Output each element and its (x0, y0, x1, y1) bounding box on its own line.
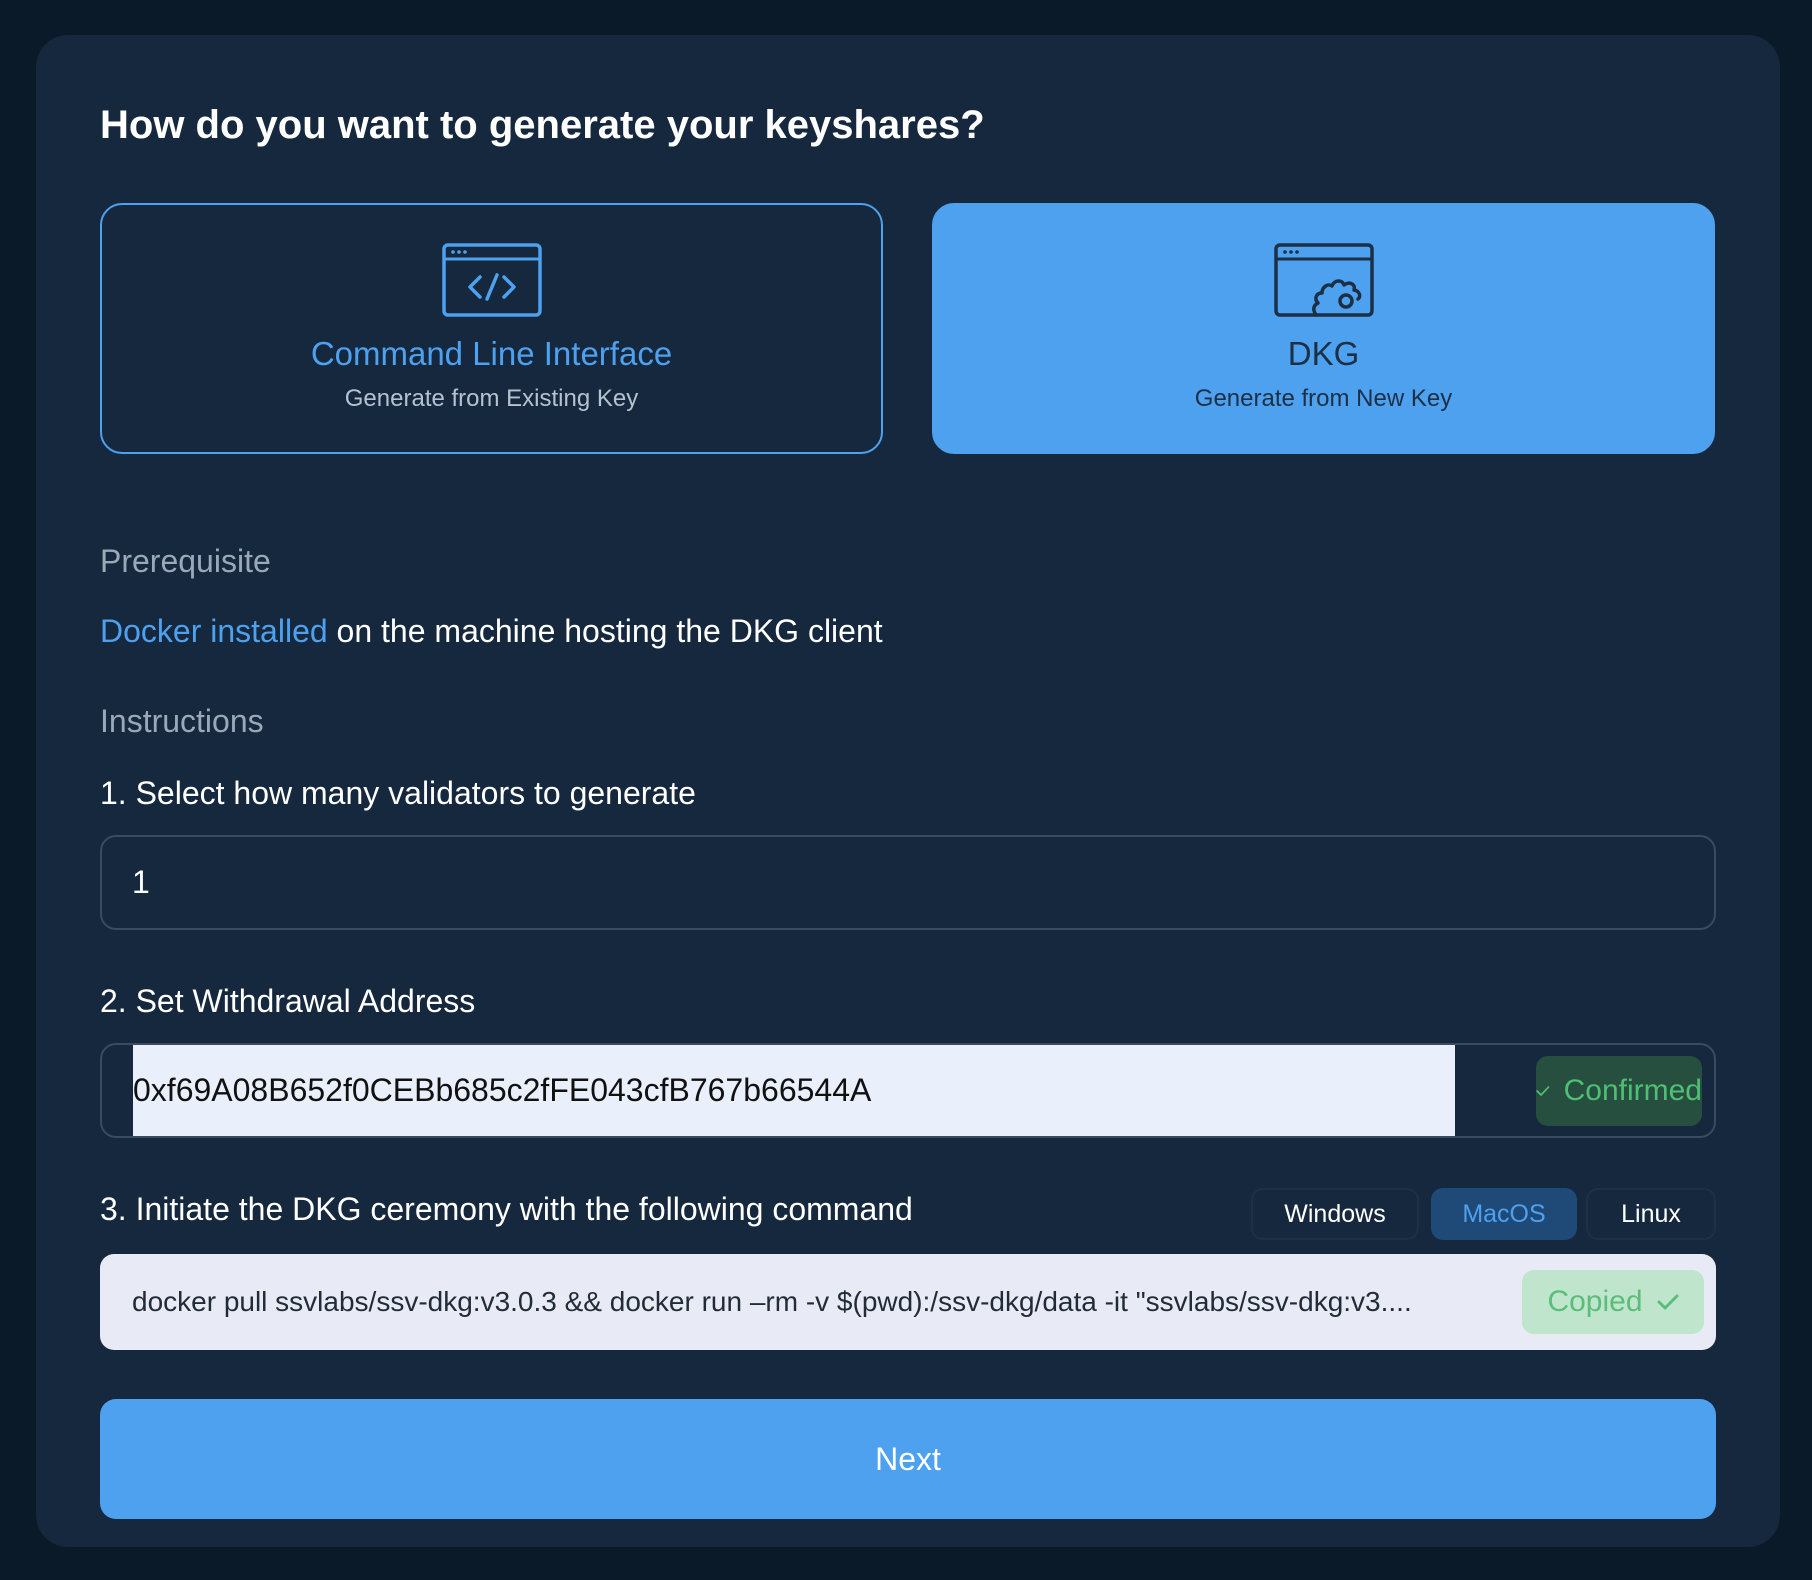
withdrawal-address-input[interactable] (133, 1045, 1455, 1136)
prerequisite-rest: on the machine hosting the DKG client (327, 613, 883, 649)
docker-installed-link[interactable]: Docker installed (100, 613, 328, 649)
keyshares-card: How do you want to generate your keyshar… (36, 35, 1780, 1547)
option-dkg-subtitle: Generate from New Key (1194, 385, 1453, 412)
copied-label: Copied (1547, 1285, 1643, 1318)
check-icon (1657, 1294, 1679, 1310)
withdrawal-address-field: Confirmed (100, 1043, 1716, 1138)
instructions-label: Instructions (100, 703, 264, 739)
tab-linux[interactable]: Linux (1586, 1188, 1716, 1240)
check-icon (1536, 1086, 1550, 1096)
confirmed-label: Confirmed (1563, 1074, 1702, 1107)
page-title: How do you want to generate your keyshar… (100, 103, 985, 147)
prerequisite-label: Prerequisite (100, 543, 271, 579)
copy-button[interactable]: Copied (1522, 1270, 1704, 1334)
tab-windows[interactable]: Windows (1251, 1188, 1419, 1240)
gear-window-icon (1273, 243, 1374, 317)
command-text[interactable]: docker pull ssvlabs/ssv-dkg:v3.0.3 && do… (132, 1254, 1482, 1350)
option-cli-title: Command Line Interface (310, 335, 673, 372)
tab-macos[interactable]: MacOS (1431, 1188, 1577, 1240)
option-cli-subtitle: Generate from Existing Key (344, 385, 639, 412)
prerequisite-text: Docker installed on the machine hosting … (100, 613, 883, 650)
option-dkg-title: DKG (1287, 335, 1360, 372)
option-dkg[interactable]: DKG Generate from New Key (932, 203, 1715, 454)
code-window-icon (441, 243, 542, 317)
validators-count-input[interactable] (132, 837, 1632, 928)
confirmed-badge: Confirmed (1536, 1056, 1702, 1126)
step3-label: 3. Initiate the DKG ceremony with the fo… (100, 1191, 913, 1227)
command-box: docker pull ssvlabs/ssv-dkg:v3.0.3 && do… (100, 1254, 1716, 1350)
option-cli[interactable]: Command Line Interface Generate from Exi… (100, 203, 883, 454)
step1-label: 1. Select how many validators to generat… (100, 775, 696, 811)
validators-count-field (100, 835, 1716, 930)
next-button[interactable]: Next (100, 1399, 1716, 1519)
step2-label: 2. Set Withdrawal Address (100, 983, 476, 1019)
